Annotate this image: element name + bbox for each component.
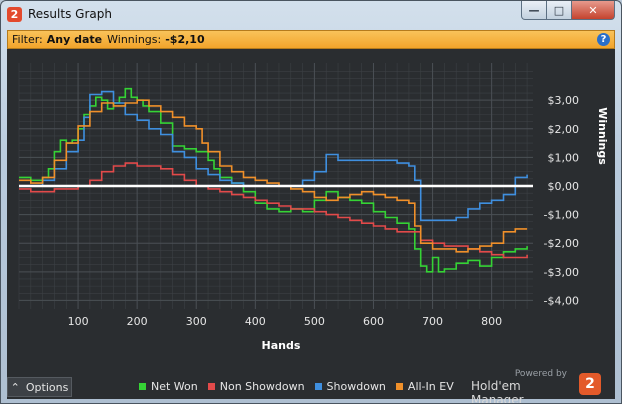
- chevron-up-icon: ⌃: [10, 380, 20, 394]
- filter-prefix: Filter:: [12, 33, 43, 46]
- legend-swatch-net-won: [139, 383, 146, 390]
- y-tick-label: $1,00: [548, 151, 580, 164]
- graph-panel: $3,00 $2,00 $1,00 $0,00 -$1,00 -$2,00 -$3,00 -$…: [7, 49, 615, 399]
- y-tick-label: -$4,00: [544, 294, 579, 307]
- options-label: Options: [25, 380, 69, 394]
- brand-block: Powered by Hold'em Manager 2: [471, 369, 611, 403]
- filter-date-value: Any date: [46, 33, 103, 46]
- chart-legend: Net Won Non Showdown Showdown All-In EV: [139, 380, 464, 393]
- close-icon: ✕: [588, 3, 598, 17]
- y-tick-label: $0,00: [548, 180, 580, 193]
- legend-swatch-showdown: [314, 383, 322, 390]
- y-tick-label: -$2,00: [544, 237, 579, 250]
- results-graph-window: 2 Results Graph — □ ✕ Filter: Any date W…: [0, 0, 622, 404]
- x-tick-label: 300: [186, 315, 207, 328]
- y-tick-label: -$3,00: [544, 266, 579, 279]
- x-tick-label: 400: [245, 315, 266, 328]
- legend-swatch-allin-ev: [395, 383, 403, 390]
- y-axis-title: Winnings: [596, 107, 609, 165]
- window-controls: — □ ✕: [521, 1, 615, 21]
- brand-name: Hold'em Manager: [471, 379, 524, 404]
- window-title: Results Graph: [28, 7, 112, 21]
- options-button[interactable]: ⌃ Options: [7, 377, 72, 397]
- help-icon[interactable]: ?: [597, 33, 610, 46]
- filter-bar[interactable]: Filter: Any date Winnings: -$2,10 ?: [7, 30, 615, 49]
- graph-footer: ⌃ Options Net Won Non Showdown Showdown …: [7, 369, 615, 403]
- x-tick-label: 200: [127, 315, 148, 328]
- x-tick-label: 600: [363, 315, 384, 328]
- legend-item-allin-ev: All-In EV: [395, 380, 454, 393]
- hm2-logo-icon: 2: [579, 373, 601, 395]
- legend-item-net-won: Net Won: [139, 380, 198, 393]
- maximize-icon: □: [553, 3, 565, 17]
- x-tick-label: 100: [68, 315, 89, 328]
- legend-label-net-won: Net Won: [151, 380, 198, 393]
- hm2-app-icon: 2: [7, 7, 22, 22]
- legend-label-allin-ev: All-In EV: [407, 380, 454, 393]
- legend-item-non-showdown: Non Showdown: [207, 380, 305, 393]
- legend-label-non-showdown: Non Showdown: [219, 380, 305, 393]
- x-tick-label: 700: [422, 315, 443, 328]
- close-button[interactable]: ✕: [572, 1, 615, 20]
- legend-label-showdown: Showdown: [326, 380, 386, 393]
- title-bar[interactable]: 2 Results Graph — □ ✕: [1, 1, 621, 29]
- x-tick-label: 800: [481, 315, 502, 328]
- x-tick-label: 500: [304, 315, 325, 328]
- y-tick-label: -$1,00: [544, 209, 579, 222]
- legend-swatch-non-showdown: [207, 383, 215, 390]
- powered-by-text: Powered by: [514, 369, 567, 379]
- results-chart: $3,00 $2,00 $1,00 $0,00 -$1,00 -$2,00 -$3,00 -$…: [18, 63, 609, 352]
- y-tick-label: $3,00: [548, 94, 580, 107]
- x-axis-title: Hands: [262, 339, 301, 352]
- minimize-icon: —: [528, 3, 540, 17]
- legend-item-showdown: Showdown: [314, 380, 386, 393]
- maximize-button[interactable]: □: [547, 1, 572, 20]
- y-tick-label: $2,00: [548, 123, 580, 136]
- minimize-button[interactable]: —: [521, 1, 547, 20]
- filter-winnings-label: Winnings:: [107, 33, 162, 46]
- filter-winnings-value: -$2,10: [165, 33, 205, 46]
